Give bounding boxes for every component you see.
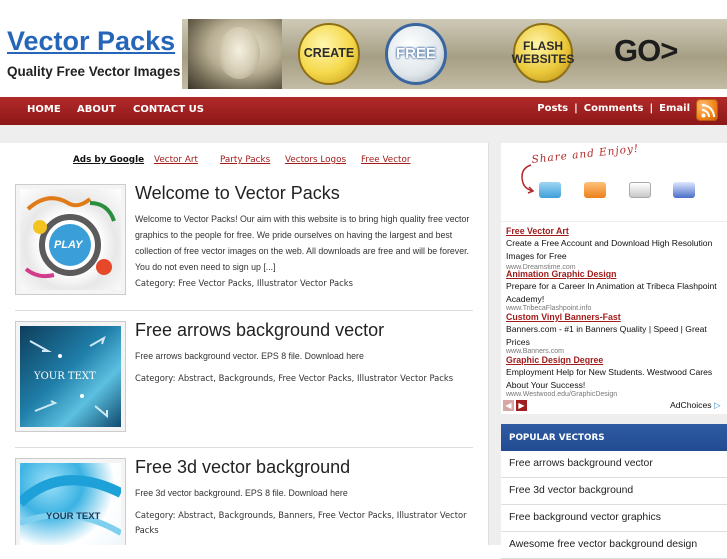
- google-ad-box: Free Vector Art Create a Free Account an…: [501, 222, 727, 414]
- site-tagline: Quality Free Vector Images: [7, 64, 181, 79]
- post-categories: Category: Abstract, Backgrounds, Banners…: [135, 510, 467, 535]
- nav-email-link[interactable]: Email: [659, 103, 690, 114]
- nav-separator: |: [574, 103, 578, 114]
- bookmark-icon[interactable]: [673, 182, 695, 198]
- post-thumbnail-image: YOUR TEXT: [20, 326, 121, 427]
- post-divider: [15, 310, 473, 311]
- popular-vectors-widget: POPULAR VECTORS Free arrows background v…: [501, 424, 727, 559]
- post-thumbnail-image: PLAY: [20, 189, 121, 290]
- nav-separator: |: [649, 103, 654, 114]
- ad-link-vector-art[interactable]: Vector Art: [154, 155, 198, 165]
- post-excerpt: Free arrows background vector. EPS 8 fil…: [135, 351, 364, 361]
- twitter-icon[interactable]: [539, 182, 561, 198]
- popular-item-link[interactable]: Free background vector graphics: [501, 505, 727, 532]
- ad-description: Banners.com - #1 in Banners Quality | Sp…: [506, 324, 707, 347]
- nav-posts-link[interactable]: Posts: [537, 103, 568, 114]
- ad-link-vectors-logos[interactable]: Vectors Logos: [285, 155, 346, 165]
- ad-title[interactable]: Animation Graphic Design: [506, 269, 616, 279]
- banner-badge-free: FREE: [385, 23, 447, 85]
- banner-go-text: GO>: [614, 33, 678, 68]
- ad-url[interactable]: www.TribecaFlashpoint.info: [506, 305, 591, 312]
- ad-description: Employment Help for New Students. Westwo…: [506, 367, 713, 390]
- ad-description: Prepare for a Career In Animation at Tri…: [506, 281, 717, 304]
- ad-description: Create a Free Account and Download High …: [506, 238, 713, 261]
- thumbnail-your-text: YOUR TEXT: [34, 371, 96, 382]
- post-thumbnail[interactable]: YOUR TEXT: [15, 458, 126, 545]
- adchoices-label[interactable]: AdChoices ▷: [670, 400, 721, 411]
- main-navigation: HOME ABOUT CONTACT US Posts | Comments |…: [0, 97, 727, 125]
- post-item: YOUR TEXT Free arrows background vector …: [15, 320, 473, 441]
- nav-home-link[interactable]: HOME: [27, 104, 61, 115]
- post-thumbnail[interactable]: PLAY: [15, 184, 126, 295]
- ad-url[interactable]: www.Banners.com: [506, 348, 564, 355]
- popular-item-link[interactable]: Free 3d vector background: [501, 478, 727, 505]
- site-header: Vector Packs Quality Free Vector Images …: [0, 0, 727, 97]
- post-thumbnail-image: YOUR TEXT: [20, 463, 121, 545]
- post-item: PLAY Welcome to Vector Packs Welcome to …: [15, 183, 473, 304]
- ad-title[interactable]: Graphic Design Degree: [506, 355, 603, 365]
- banner-vintage-face-image: [188, 19, 282, 89]
- post-title-link[interactable]: Free arrows background vector: [135, 320, 384, 341]
- adchoices-icon: ▷: [713, 400, 721, 410]
- rss-icon[interactable]: [584, 182, 606, 198]
- adchoices-text: AdChoices: [670, 400, 712, 410]
- ad-title[interactable]: Custom Vinyl Banners-Fast: [506, 312, 621, 322]
- post-title-link[interactable]: Welcome to Vector Packs: [135, 183, 340, 204]
- post-thumbnail[interactable]: YOUR TEXT: [15, 321, 126, 432]
- thumbnail-play-text: PLAY: [54, 239, 83, 251]
- feed-links: Posts | Comments | Email: [537, 103, 690, 114]
- post-divider: [15, 447, 473, 448]
- popular-item-link[interactable]: Awesome free vector background design: [501, 532, 727, 559]
- post-item: YOUR TEXT Free 3d vector background Free…: [15, 458, 473, 545]
- popular-vectors-heading: POPULAR VECTORS: [501, 424, 727, 451]
- post-title-link[interactable]: Free 3d vector background: [135, 458, 350, 478]
- site-title-link[interactable]: Vector Packs: [7, 26, 175, 57]
- popular-item-link[interactable]: Free arrows background vector: [501, 451, 727, 478]
- ad-next-arrow-icon[interactable]: ▶: [516, 400, 527, 411]
- ad-prev-arrow-icon[interactable]: ◀: [503, 400, 514, 411]
- advertisement-banner[interactable]: CREATE FREE FLASH WEBSITES GO>: [182, 19, 727, 89]
- nav-about-link[interactable]: ABOUT: [77, 104, 116, 115]
- nav-comments-link[interactable]: Comments: [584, 103, 644, 114]
- ad-url[interactable]: www.Westwood.edu/GraphicDesign: [506, 391, 617, 398]
- ads-by-google-label[interactable]: Ads by Google: [73, 155, 144, 165]
- ad-link-party-packs[interactable]: Party Packs: [220, 155, 270, 165]
- post-categories: Category: Abstract, Backgrounds, Free Ve…: [135, 373, 454, 383]
- ad-title[interactable]: Free Vector Art: [506, 226, 569, 236]
- post-categories: Category: Free Vector Packs, Illustrator…: [135, 278, 353, 288]
- ad-link-free-vector[interactable]: Free Vector: [361, 155, 411, 165]
- post-excerpt: Free 3d vector background. EPS 8 file. D…: [135, 488, 348, 498]
- thumbnail-your-text: YOUR TEXT: [46, 511, 101, 522]
- banner-badge-flash-websites: FLASH WEBSITES: [512, 23, 574, 83]
- nav-contact-link[interactable]: CONTACT US: [133, 104, 204, 115]
- banner-badge-create: CREATE: [298, 23, 360, 85]
- rss-icon[interactable]: [696, 99, 718, 121]
- email-icon[interactable]: [629, 182, 651, 198]
- post-excerpt: Welcome to Vector Packs! Our aim with th…: [135, 214, 470, 272]
